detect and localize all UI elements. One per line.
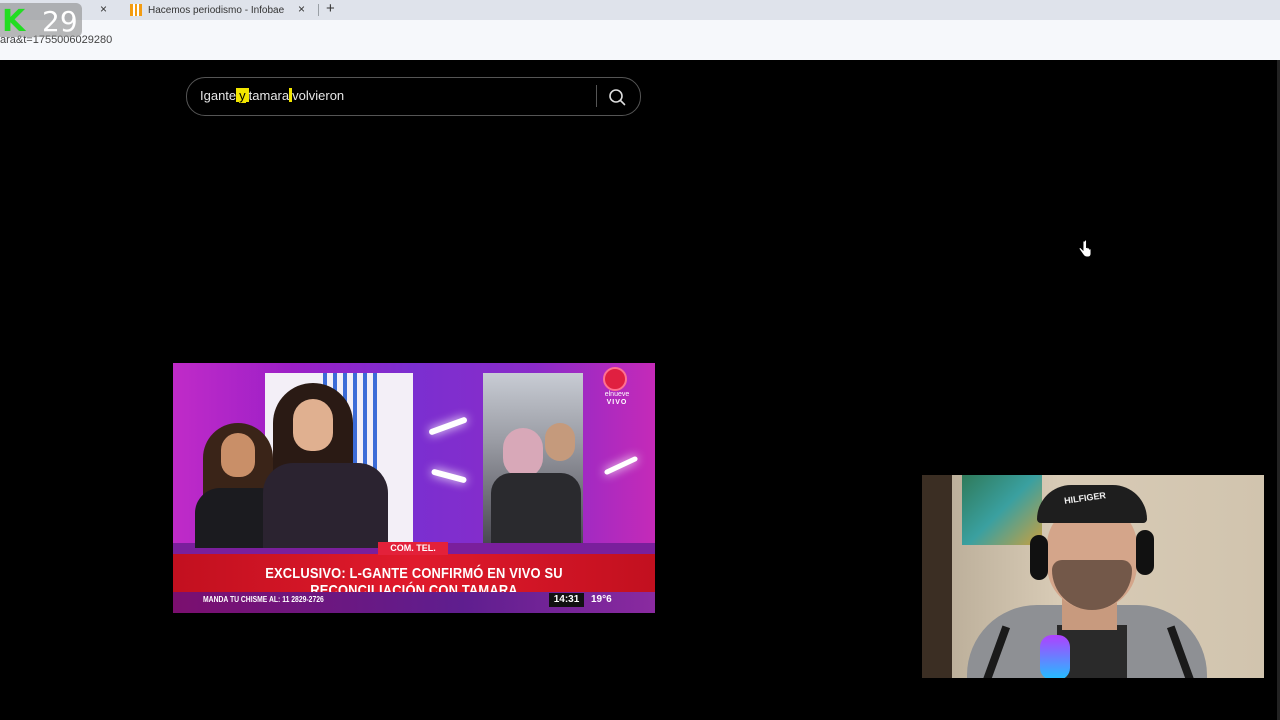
tab-previous-close-icon[interactable]: × <box>100 2 107 16</box>
search-input[interactable]: Igante y tamara volvieron <box>200 88 344 103</box>
webcam-door <box>922 475 952 678</box>
webcam-painting <box>962 475 1042 545</box>
phone-video-man <box>545 423 575 461</box>
presenter-one-face <box>221 433 255 477</box>
presenter-two-face <box>293 399 333 451</box>
channel-live-label: VIVO <box>606 399 628 406</box>
search-bar[interactable]: Igante y tamara volvieron <box>186 77 641 116</box>
overlay-counter-badge: K 29 <box>0 3 82 39</box>
tab-separator <box>318 4 319 16</box>
overlay-k-icon: K <box>2 4 26 39</box>
video-temperature: 19°6 <box>591 594 612 605</box>
video-time: 14:31 <box>549 593 584 607</box>
microphone-icon <box>1040 635 1070 678</box>
channel-logo-icon <box>603 367 627 391</box>
video-bottom-text: MANDA TU CHISME AL: 11 2829-2726 <box>203 595 324 604</box>
phone-video-baby <box>503 428 543 478</box>
search-query-word: Igante <box>200 88 237 103</box>
streamer-cap <box>1037 485 1147 523</box>
tab-bar: × Hacemos periodismo - Infobae × + <box>0 0 1280 20</box>
search-query-word: volvieron <box>292 88 345 103</box>
search-icon <box>609 89 626 106</box>
tab-infobae-close-icon[interactable]: × <box>298 2 305 16</box>
news-video-thumbnail[interactable]: elnueve VIVO COM. TEL. EXCLUSIVO: L-GANT… <box>173 363 655 613</box>
headphones-right-icon <box>1136 530 1154 575</box>
channel-logo: elnueve VIVO <box>599 391 635 407</box>
presenter-two-body <box>263 463 388 548</box>
video-tag: COM. TEL. <box>378 542 448 555</box>
new-tab-button[interactable]: + <box>326 0 335 18</box>
tab-infobae-label: Hacemos periodismo - Infobae <box>148 4 285 16</box>
hand-cursor-icon <box>1078 240 1092 258</box>
overlay-counter-value: 29 <box>42 5 78 38</box>
search-query-word: tamara <box>248 88 290 103</box>
search-divider <box>596 85 597 107</box>
phone-video-body <box>491 473 581 543</box>
infobae-favicon-icon <box>130 4 142 16</box>
channel-name: elnueve <box>604 391 630 398</box>
search-button[interactable] <box>603 83 631 111</box>
address-bar[interactable]: ara&t=1755006029280 <box>0 20 1280 60</box>
headphones-left-icon <box>1030 535 1048 580</box>
webcam-overlay: HILFIGER <box>922 475 1264 678</box>
tab-infobae[interactable]: Hacemos periodismo - Infobae × <box>122 0 318 20</box>
